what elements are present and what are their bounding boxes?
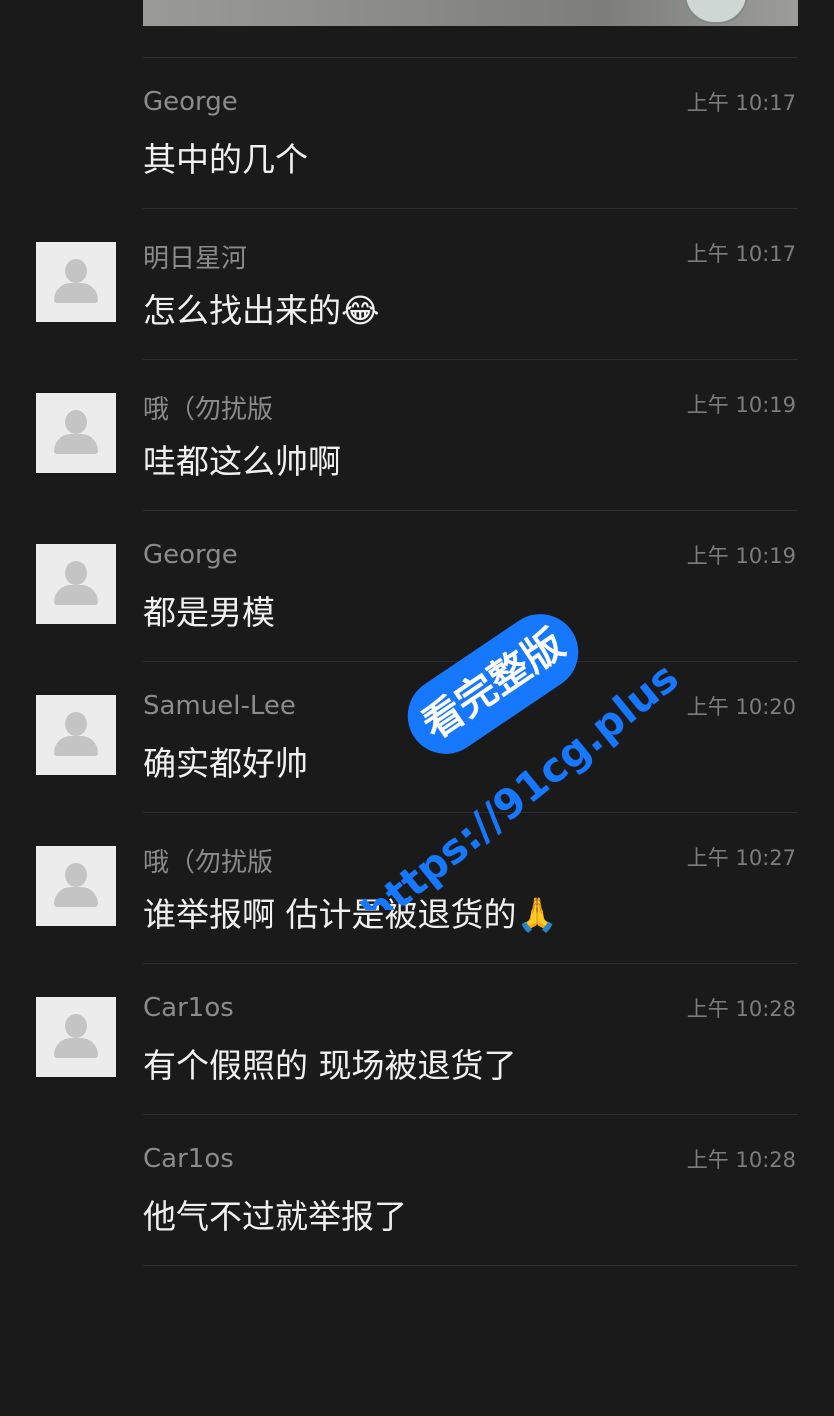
avatar-body-icon [54, 585, 98, 605]
divider [143, 208, 798, 209]
message-text: 都是男模 [143, 593, 275, 632]
message-text: 怎么找出来的😂 [143, 291, 380, 330]
avatar[interactable] [36, 242, 116, 322]
message-row[interactable]: George 上午 10:19 都是男模 [0, 510, 834, 661]
sender-name[interactable]: Samuel-Lee [143, 691, 296, 721]
message-time: 上午 10:17 [686, 242, 796, 266]
avatar-body-icon [54, 1038, 98, 1058]
divider [143, 57, 798, 58]
message-row[interactable]: 哦（勿扰版 上午 10:27 谁举报啊 估计是被退货的🙏 [0, 812, 834, 963]
sender-name[interactable]: 哦（勿扰版 [143, 389, 273, 426]
sender-name[interactable]: Car1os [143, 1144, 234, 1174]
avatar-body-icon [54, 434, 98, 454]
message-time: 上午 10:19 [686, 544, 796, 568]
message-row[interactable]: 明日星河 上午 10:17 怎么找出来的😂 [0, 208, 834, 359]
message-time: 上午 10:20 [686, 695, 796, 719]
sender-name[interactable]: 明日星河 [143, 238, 247, 275]
shared-photo-preview[interactable] [143, 0, 798, 26]
message-row[interactable]: Car1os 上午 10:28 他气不过就举报了 [0, 1114, 834, 1265]
message-row[interactable]: 哦（勿扰版 上午 10:19 哇都这么帅啊 [0, 359, 834, 510]
avatar-head-icon [65, 259, 87, 283]
message-time: 上午 10:28 [686, 997, 796, 1021]
avatar[interactable] [36, 695, 116, 775]
message-text: 哇都这么帅啊 [143, 442, 341, 481]
message-row[interactable]: George 上午 10:17 其中的几个 [0, 57, 834, 208]
sender-name[interactable]: 哦（勿扰版 [143, 842, 273, 879]
message-text: 确实都好帅 [143, 744, 308, 783]
message-text: 其中的几个 [143, 140, 308, 179]
message-row[interactable]: Car1os 上午 10:28 有个假照的 现场被退货了 [0, 963, 834, 1114]
avatar-head-icon [65, 561, 87, 585]
message-time: 上午 10:27 [686, 846, 796, 870]
sender-name[interactable]: George [143, 87, 238, 117]
divider [143, 661, 798, 662]
divider [143, 812, 798, 813]
message-text: 有个假照的 现场被退货了 [143, 1046, 517, 1085]
avatar[interactable] [36, 846, 116, 926]
avatar[interactable] [36, 393, 116, 473]
message-text: 他气不过就举报了 [143, 1197, 407, 1236]
avatar-body-icon [54, 887, 98, 907]
message-row [0, 1265, 834, 1416]
sender-name[interactable]: Car1os [143, 993, 234, 1023]
divider [143, 359, 798, 360]
message-time: 上午 10:17 [686, 91, 796, 115]
avatar[interactable] [36, 997, 116, 1077]
message-row[interactable]: Samuel-Lee 上午 10:20 确实都好帅 [0, 661, 834, 812]
avatar-head-icon [65, 712, 87, 736]
message-time: 上午 10:28 [686, 1148, 796, 1172]
sender-name[interactable]: George [143, 540, 238, 570]
avatar-body-icon [54, 283, 98, 303]
avatar-body-icon [54, 736, 98, 756]
avatar-head-icon [65, 1014, 87, 1038]
divider [143, 1114, 798, 1115]
message-text: 谁举报啊 估计是被退货的🙏 [143, 895, 558, 934]
divider [143, 963, 798, 964]
shoe-image-detail [684, 0, 748, 24]
divider [143, 1265, 798, 1266]
avatar-head-icon [65, 410, 87, 434]
avatar[interactable] [36, 544, 116, 624]
divider [143, 510, 798, 511]
avatar-head-icon [65, 863, 87, 887]
message-time: 上午 10:19 [686, 393, 796, 417]
